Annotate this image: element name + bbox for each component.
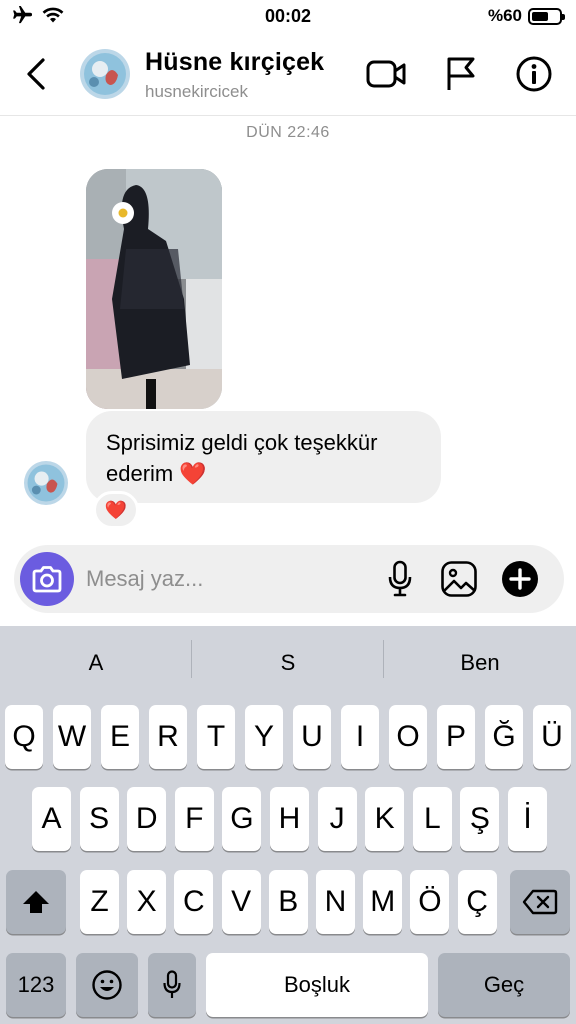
key-s[interactable]: S bbox=[79, 787, 119, 851]
key-k[interactable]: K bbox=[365, 787, 405, 851]
backspace-key[interactable] bbox=[510, 870, 570, 934]
header-avatar[interactable] bbox=[80, 49, 130, 99]
contact-name[interactable]: Hüsne kırçiçek bbox=[145, 48, 324, 77]
flag-icon bbox=[447, 57, 475, 90]
keyboard-suggestions: A S Ben bbox=[0, 626, 576, 700]
key-e[interactable]: E bbox=[101, 705, 139, 769]
camera-icon bbox=[32, 566, 62, 593]
key-p[interactable]: P bbox=[437, 705, 475, 769]
gallery-icon bbox=[441, 561, 477, 597]
keyboard: A S Ben QWERTYUIOPĞÜASDFGHJKLŞİZXCVBNMÖÇ… bbox=[0, 626, 576, 1024]
key-o[interactable]: O bbox=[389, 705, 427, 769]
microphone-icon bbox=[388, 560, 412, 597]
numbers-key[interactable]: 123 bbox=[6, 953, 66, 1017]
report-button[interactable] bbox=[441, 54, 481, 94]
key-b[interactable]: B bbox=[268, 870, 308, 934]
message-input[interactable] bbox=[86, 564, 366, 594]
key-x[interactable]: X bbox=[127, 870, 167, 934]
key-ö[interactable]: Ö bbox=[410, 870, 450, 934]
key-n[interactable]: N bbox=[316, 870, 355, 934]
add-icon bbox=[502, 561, 538, 597]
video-call-button[interactable] bbox=[366, 54, 406, 94]
battery-icon bbox=[528, 7, 565, 25]
status-right: %60 bbox=[487, 6, 565, 26]
suggestion-3[interactable]: Ben bbox=[384, 626, 576, 700]
text-message[interactable]: Sprisimiz geldi çok teşekkür ederim ❤️ bbox=[86, 411, 441, 503]
microphone-icon bbox=[163, 970, 181, 998]
add-button[interactable] bbox=[500, 559, 540, 599]
key-y[interactable]: Y bbox=[245, 705, 283, 769]
shift-icon bbox=[23, 891, 49, 913]
space-key[interactable]: Boşluk bbox=[206, 953, 428, 1017]
dictation-key[interactable] bbox=[148, 953, 196, 1017]
key-z[interactable]: Z bbox=[80, 870, 119, 934]
message-composer bbox=[14, 545, 564, 613]
status-bar: 00:02 %60 bbox=[0, 0, 576, 34]
message-text: Sprisimiz geldi çok teşekkür ederim bbox=[106, 430, 378, 486]
key-t[interactable]: T bbox=[197, 705, 235, 769]
gallery-button[interactable] bbox=[439, 559, 479, 599]
photo-icon bbox=[86, 169, 222, 409]
key-v[interactable]: V bbox=[221, 870, 261, 934]
key-u[interactable]: U bbox=[293, 705, 331, 769]
back-icon bbox=[27, 58, 45, 90]
key-f[interactable]: F bbox=[174, 787, 214, 851]
voice-message-button[interactable] bbox=[380, 559, 420, 599]
date-separator: DÜN 22:46 bbox=[246, 124, 330, 141]
key-g[interactable]: G bbox=[222, 787, 262, 851]
shift-key[interactable] bbox=[6, 870, 66, 934]
chat-header: Hüsne kırçiçek husnekircicek bbox=[0, 34, 576, 116]
key-h[interactable]: H bbox=[270, 787, 309, 851]
key-i[interactable]: I bbox=[341, 705, 379, 769]
key-ü[interactable]: Ü bbox=[533, 705, 571, 769]
key-a[interactable]: A bbox=[32, 787, 71, 851]
battery-label: %60 bbox=[487, 6, 522, 25]
emoji-key[interactable] bbox=[76, 953, 138, 1017]
sender-avatar[interactable] bbox=[24, 461, 68, 505]
key-q[interactable]: Q bbox=[5, 705, 43, 769]
battery-fill bbox=[532, 11, 548, 21]
key-ç[interactable]: Ç bbox=[457, 870, 497, 934]
key-w[interactable]: W bbox=[53, 705, 91, 769]
backspace-icon bbox=[522, 889, 558, 915]
key-ş[interactable]: Ş bbox=[460, 787, 500, 851]
key-c[interactable]: C bbox=[174, 870, 214, 934]
key-r[interactable]: R bbox=[149, 705, 187, 769]
key-d[interactable]: D bbox=[127, 787, 167, 851]
message-reaction[interactable]: ❤️ bbox=[93, 491, 139, 529]
key-i̇[interactable]: İ bbox=[508, 787, 547, 851]
suggestion-2[interactable]: S bbox=[192, 626, 384, 700]
info-icon bbox=[516, 56, 552, 92]
key-l[interactable]: L bbox=[412, 787, 452, 851]
key-m[interactable]: M bbox=[363, 870, 403, 934]
contact-username[interactable]: husnekircicek bbox=[145, 82, 248, 102]
video-call-icon bbox=[366, 60, 406, 88]
key-ğ[interactable]: Ğ bbox=[485, 705, 523, 769]
back-button[interactable] bbox=[20, 54, 52, 94]
emoji-icon bbox=[92, 970, 122, 1000]
photo-message[interactable] bbox=[86, 169, 222, 409]
key-j[interactable]: J bbox=[317, 787, 357, 851]
heart-emoji: ❤️ bbox=[179, 461, 207, 486]
camera-button[interactable] bbox=[20, 552, 74, 606]
return-key[interactable]: Geç bbox=[438, 953, 570, 1017]
info-button[interactable] bbox=[514, 54, 554, 94]
suggestion-1[interactable]: A bbox=[0, 626, 192, 700]
